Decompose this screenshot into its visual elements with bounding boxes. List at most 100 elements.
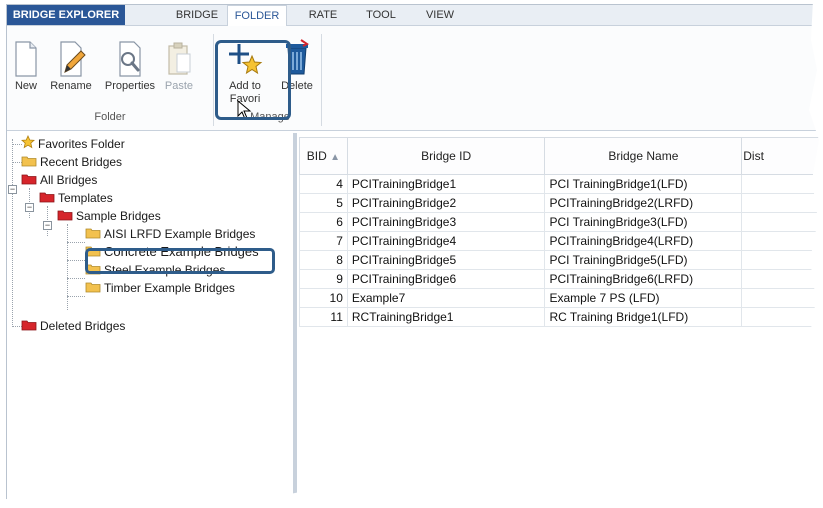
ribbon-tab-bar: BRIDGE EXPLORER BRIDGE FOLDER RATE TOOL … [7,5,823,27]
column-header-dist[interactable]: Dist [741,137,823,175]
tree-item-timber-example-bridges[interactable]: Timber Example Bridges [85,279,235,297]
cell-bid: 11 [299,307,348,327]
tab-bridge[interactable]: BRIDGE [167,5,227,25]
cell-bridge-name: Example 7 PS (LFD) [544,288,743,308]
table-header-row: BID ▲ Bridge ID Bridge Name Dist [299,137,823,175]
tab-tool[interactable]: TOOL [360,5,402,25]
tree-item-label: All Bridges [40,173,98,187]
paste-icon [168,42,191,75]
tree-item-sample-bridges[interactable]: Sample Bridges [57,207,161,225]
cell-bridge-name: PCITrainingBridge6(LRFD) [544,269,743,289]
rename-pencil-icon [60,41,86,77]
sample-bridges-collapse-toggle[interactable]: − [43,221,52,230]
column-header-bridge-name[interactable]: Bridge Name [544,137,743,175]
bridge-table: BID ▲ Bridge ID Bridge Name Dist 4 PCITra… [299,137,823,327]
tree-item-templates[interactable]: Templates [39,189,113,207]
column-header-bid[interactable]: BID ▲ [299,137,348,175]
table-row[interactable]: 6 PCITrainingBridge3 PCI TrainingBridge3(L… [299,212,823,232]
cell-dist [741,250,823,270]
properties-button[interactable]: Properties [99,34,161,104]
folder-icon [85,226,101,244]
tree-item-label: AISI LRFD Example Bridges [104,227,256,241]
table-row[interactable]: 8 PCITrainingBridge5 PCI TrainingBridge5(L… [299,250,823,270]
cell-bridge-id: RCTrainingBridge1 [346,307,546,327]
new-button[interactable]: New [11,34,41,104]
cell-bid: 8 [299,250,348,270]
folder-icon [21,154,37,172]
red-folder-icon [21,318,37,336]
red-folder-icon [39,190,55,208]
table-row[interactable]: 11 RCTrainingBridge1 RC Training Bridge1(L… [299,307,823,327]
cell-bid: 10 [299,288,348,308]
cell-dist [741,288,823,308]
cell-bridge-id: PCITrainingBridge6 [346,269,546,289]
cell-bridge-id: Example7 [346,288,546,308]
cell-bridge-name: PCITrainingBridge2(LRFD) [544,193,743,213]
tab-folder[interactable]: FOLDER [227,5,287,27]
cell-bid: 5 [299,193,348,213]
folder-tree: − − − Favorites Folder Recent Bridges Al… [7,133,297,505]
rename-button[interactable]: Rename [45,34,97,104]
tab-view[interactable]: VIEW [420,5,460,25]
cell-bid: 9 [299,269,348,289]
tab-bridge-explorer[interactable]: BRIDGE EXPLORER [7,5,125,25]
bridge-grid: BID ▲ Bridge ID Bridge Name Dist 4 PCITra… [299,137,823,505]
group-separator [321,34,322,126]
new-document-icon [15,41,37,77]
cell-bridge-name: PCITrainingBridge4(LRFD) [544,231,743,251]
cell-dist [741,231,823,251]
table-row[interactable]: 4 PCITrainingBridge1 PCI TrainingBridge1(L… [299,174,823,194]
sort-ascending-icon: ▲ [330,152,341,163]
properties-button-label: Properties [104,80,156,92]
tree-item-label: Sample Bridges [76,209,161,223]
tree-item-label: Deleted Bridges [40,319,126,333]
cell-dist [741,307,823,327]
callout-highlight [215,40,291,120]
column-header-label: BID [306,149,327,163]
templates-collapse-toggle[interactable]: − [25,203,34,212]
folder-group-label: Folder [94,111,126,123]
tree-item-deleted-bridges[interactable]: Deleted Bridges [21,317,125,335]
properties-icon [119,41,141,77]
table-row[interactable]: 10 Example7 Example 7 PS (LFD) [299,288,823,308]
paste-button-label: Paste [164,80,194,92]
table-row[interactable]: 9 PCITrainingBridge6 PCITrainingBridge6(LR… [299,269,823,289]
paste-button[interactable]: Paste [163,34,195,104]
red-folder-icon [57,208,73,226]
bridge-explorer-window: BRIDGE EXPLORER BRIDGE FOLDER RATE TOOL … [6,4,823,505]
cell-bridge-id: PCITrainingBridge5 [346,250,546,270]
cell-bid: 4 [299,174,348,194]
cell-bridge-name: PCI TrainingBridge3(LFD) [544,212,743,232]
red-folder-icon [21,172,37,190]
table-row[interactable]: 7 PCITrainingBridge4 PCITrainingBridge4(LR… [299,231,823,251]
tree-item-label: Recent Bridges [40,155,123,169]
torn-bottom-edge [0,484,823,508]
folder-icon [85,280,101,298]
star-icon [21,135,35,154]
tree-item-all-bridges[interactable]: All Bridges [21,171,97,189]
cell-bridge-id: PCITrainingBridge1 [346,174,546,194]
table-row[interactable]: 5 PCITrainingBridge2 PCITrainingBridge2(LR… [299,193,823,213]
cell-bridge-id: PCITrainingBridge4 [346,231,546,251]
tree-item-label: Templates [58,191,113,205]
tree-item-label: Favorites Folder [38,137,125,151]
cell-dist [741,212,823,232]
cell-bridge-id: PCITrainingBridge2 [346,193,546,213]
cell-bridge-name: RC Training Bridge1(LFD) [544,307,743,327]
group-separator [213,34,214,126]
tab-rate[interactable]: RATE [303,5,343,25]
cell-dist [741,269,823,289]
new-button-label: New [14,80,37,92]
all-bridges-collapse-toggle[interactable]: − [8,185,17,194]
cell-dist [741,174,823,194]
tree-item-aisi-lrfd-example-bridges[interactable]: AISI LRFD Example Bridges [85,225,255,243]
cell-bid: 7 [299,231,348,251]
tree-item-recent-bridges[interactable]: Recent Bridges [21,153,122,171]
tree-item-label: Timber Example Bridges [104,281,235,295]
tree-item-favorites-folder[interactable]: Favorites Folder [21,135,125,153]
cell-bridge-name: PCI TrainingBridge5(LFD) [544,250,743,270]
cell-bridge-id: PCITrainingBridge3 [346,212,546,232]
cell-bridge-name: PCI TrainingBridge1(LFD) [544,174,743,194]
rename-button-label: Rename [50,80,92,92]
column-header-bridge-id[interactable]: Bridge ID [346,137,546,175]
